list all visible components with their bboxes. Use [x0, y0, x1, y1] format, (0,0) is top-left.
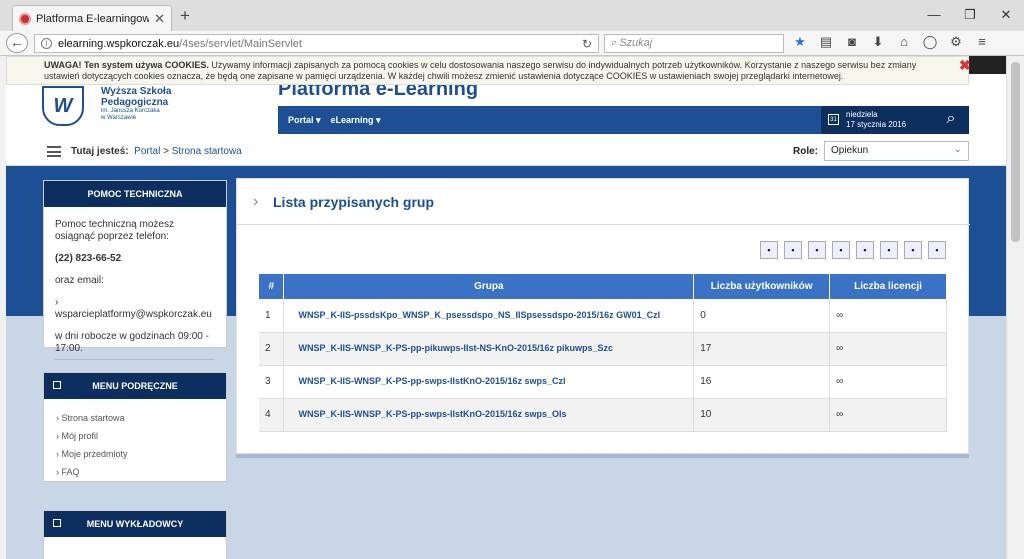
export-csv-icon[interactable]: ▪	[784, 241, 802, 259]
browser-tab[interactable]: Platforma E-learningowa ... ✕	[12, 5, 172, 31]
back-arrow-icon[interactable]: ←	[6, 33, 28, 53]
role-select[interactable]: Opiekun ⌄	[824, 141, 969, 161]
calendar-icon: 31	[828, 114, 839, 125]
tab-title: Platforma E-learningowa ...	[36, 12, 150, 25]
lecturer-menu-title: MENU WYKŁADOWCY	[44, 511, 226, 537]
close-tab-icon[interactable]: ✕	[154, 11, 165, 27]
cookie-banner: UWAGA! Ten system używa COOKIES. Używamy…	[6, 56, 969, 85]
export-odt-icon[interactable]: ▪	[856, 241, 874, 259]
cookie-close-icon[interactable]: ✖	[959, 57, 971, 74]
table-row: 2 WNSP_K-IIS-WNSP_K-PS-pp-pikuwps-IIst-N…	[259, 332, 947, 366]
main-menu: Portal ▾ eLearning ▾	[278, 106, 825, 134]
download-icon[interactable]: ⬇	[868, 34, 888, 50]
extension-icon[interactable]: ⚙	[946, 34, 966, 50]
url-bar[interactable]: i elearning.wspkorczak.eu/4ses/servlet/M…	[34, 34, 599, 53]
chat-icon[interactable]: ◯	[920, 34, 940, 50]
top-dark-strip	[969, 56, 1006, 74]
group-link[interactable]: WNSP_K-IIS-WNSP_K-PS-pp-swps-IIstKnO-201…	[298, 409, 566, 419]
quick-menu-item[interactable]: › Strona startowa	[44, 409, 226, 427]
window-controls: — ❐ ✕	[916, 0, 1024, 31]
help-hours: w dni robocze w godzinach 09:00 - 17:00.	[55, 331, 215, 360]
close-window-icon[interactable]: ✕	[988, 0, 1024, 31]
export-pdf-icon[interactable]: ▪	[760, 241, 778, 259]
help-box: POMOC TECHNICZNA Pomoc techniczną możesz…	[43, 180, 227, 360]
lecturer-menu: MENU WYKŁADOWCY	[43, 510, 227, 559]
hamburger-icon[interactable]	[47, 146, 61, 157]
export-html-icon[interactable]: ▪	[880, 241, 898, 259]
export-txt-icon[interactable]: ▪	[928, 241, 946, 259]
help-email-label: oraz email:	[55, 275, 104, 286]
browser-search-input[interactable]: ⌕ Szukaj	[604, 34, 784, 53]
site-info-icon[interactable]: i	[41, 38, 52, 49]
breadcrumb-start[interactable]: Strona startowa	[172, 146, 242, 157]
role-label: Role:	[793, 146, 818, 157]
quick-menu-item[interactable]: › Moje przedmioty	[44, 445, 226, 463]
collapse-icon[interactable]	[53, 519, 61, 527]
chevron-right-icon: ›	[253, 193, 259, 210]
col-header: Grupa	[283, 274, 695, 299]
group-link[interactable]: WNSP_K-IIS-WNSP_K-PS-pp-swps-IIstKnO-201…	[298, 376, 565, 386]
minimize-icon[interactable]: —	[916, 0, 952, 31]
quick-menu: MENU PODRĘCZNE › Strona startowa › Mój p…	[43, 372, 227, 482]
quick-menu-title: MENU PODRĘCZNE	[44, 373, 226, 399]
col-header: Liczba użytkowników	[693, 274, 831, 299]
reading-list-icon[interactable]: ▤	[816, 34, 836, 50]
browser-tab-bar: Platforma E-learningowa ... ✕ + — ❐ ✕	[0, 0, 1024, 31]
pocket-icon[interactable]: ◙	[842, 34, 862, 50]
panel-footer-line	[236, 454, 969, 458]
col-header: Liczba licencji	[829, 274, 947, 299]
page-title: › Lista przypisanych grup	[245, 189, 434, 215]
table-row: 3 WNSP_K-IIS-WNSP_K-PS-pp-swps-IIstKnO-2…	[259, 365, 947, 399]
table-row: 1 WNSP_K-IIS-pssdsKpo_WNSP_K_psessdspo_N…	[259, 299, 947, 333]
bookmark-star-icon[interactable]: ★	[790, 34, 810, 50]
menu-elearning[interactable]: eLearning ▾	[331, 115, 381, 125]
date-box: 31 niedziela 17 stycznia 2016	[821, 106, 933, 134]
breadcrumb: Tutaj jesteś: Portal > Strona startowa	[71, 146, 242, 157]
breadcrumb-portal[interactable]: Portal	[134, 146, 160, 157]
export-rtf-icon[interactable]: ▪	[904, 241, 922, 259]
groups-table: # Grupa Liczba użytkowników Liczba licen…	[259, 274, 947, 432]
date-day: niedziela	[846, 110, 878, 119]
breadcrumb-bar: Tutaj jesteś: Portal > Strona startowa R…	[6, 136, 1006, 166]
browser-nav-bar: ← i elearning.wspkorczak.eu/4ses/servlet…	[0, 31, 1024, 56]
search-icon[interactable]: ⌕	[933, 106, 969, 134]
new-tab-icon[interactable]: +	[180, 6, 190, 26]
restore-icon[interactable]: ❐	[952, 0, 988, 31]
group-link[interactable]: WNSP_K-IIS-pssdsKpo_WNSP_K_psessdspo_NS_…	[298, 310, 660, 320]
export-toolbar: ▪ ▪ ▪ ▪ ▪ ▪ ▪ ▪	[760, 241, 946, 259]
browser-toolbar: ★ ▤ ◙ ⬇ ⌂ ◯ ⚙ ≡	[790, 34, 992, 50]
scrollbar[interactable]	[1006, 56, 1024, 559]
table-row: 4 WNSP_K-IIS-WNSP_K-PS-pp-swps-IIstKnO-2…	[259, 398, 947, 432]
quick-menu-item[interactable]: › FAQ	[44, 463, 226, 481]
date-full: 17 stycznia 2016	[846, 120, 907, 129]
web-page: UWAGA! Ten system używa COOKIES. Używamy…	[6, 56, 1006, 559]
menu-portal[interactable]: Portal ▾	[288, 115, 321, 125]
home-icon[interactable]: ⌂	[894, 34, 914, 50]
col-header: #	[259, 274, 285, 299]
school-logo-icon[interactable]: W	[42, 86, 84, 126]
help-text: Pomoc techniczną możesz osiągnąć poprzez…	[55, 219, 174, 242]
school-name: Wyższa Szkoła Pedagogiczna im. Janusza K…	[101, 86, 172, 121]
help-phone: (22) 823-66-52	[55, 253, 122, 264]
export-xls-icon[interactable]: ▪	[808, 241, 826, 259]
help-email[interactable]: › wsparcieplatformy@wspkorczak.eu	[44, 297, 226, 321]
group-link[interactable]: WNSP_K-IIS-WNSP_K-PS-pp-pikuwps-IIst-NS-…	[298, 343, 613, 353]
chevron-down-icon: ⌄	[953, 144, 962, 155]
scrollbar-thumb[interactable]	[1011, 62, 1020, 242]
menu-icon[interactable]: ≡	[972, 34, 992, 50]
url-text[interactable]: elearning.wspkorczak.eu/4ses/servlet/Mai…	[58, 38, 576, 50]
export-doc-icon[interactable]: ▪	[832, 241, 850, 259]
collapse-icon[interactable]	[53, 381, 61, 389]
title-divider	[237, 224, 970, 225]
site-favicon-icon	[19, 12, 31, 25]
quick-menu-item[interactable]: › Mój profil	[44, 427, 226, 445]
group-list-panel: › Lista przypisanych grup ▪ ▪ ▪ ▪ ▪ ▪ ▪ ▪…	[236, 178, 970, 454]
help-title: POMOC TECHNICZNA	[44, 181, 226, 207]
reload-icon[interactable]: ↻	[582, 37, 592, 51]
